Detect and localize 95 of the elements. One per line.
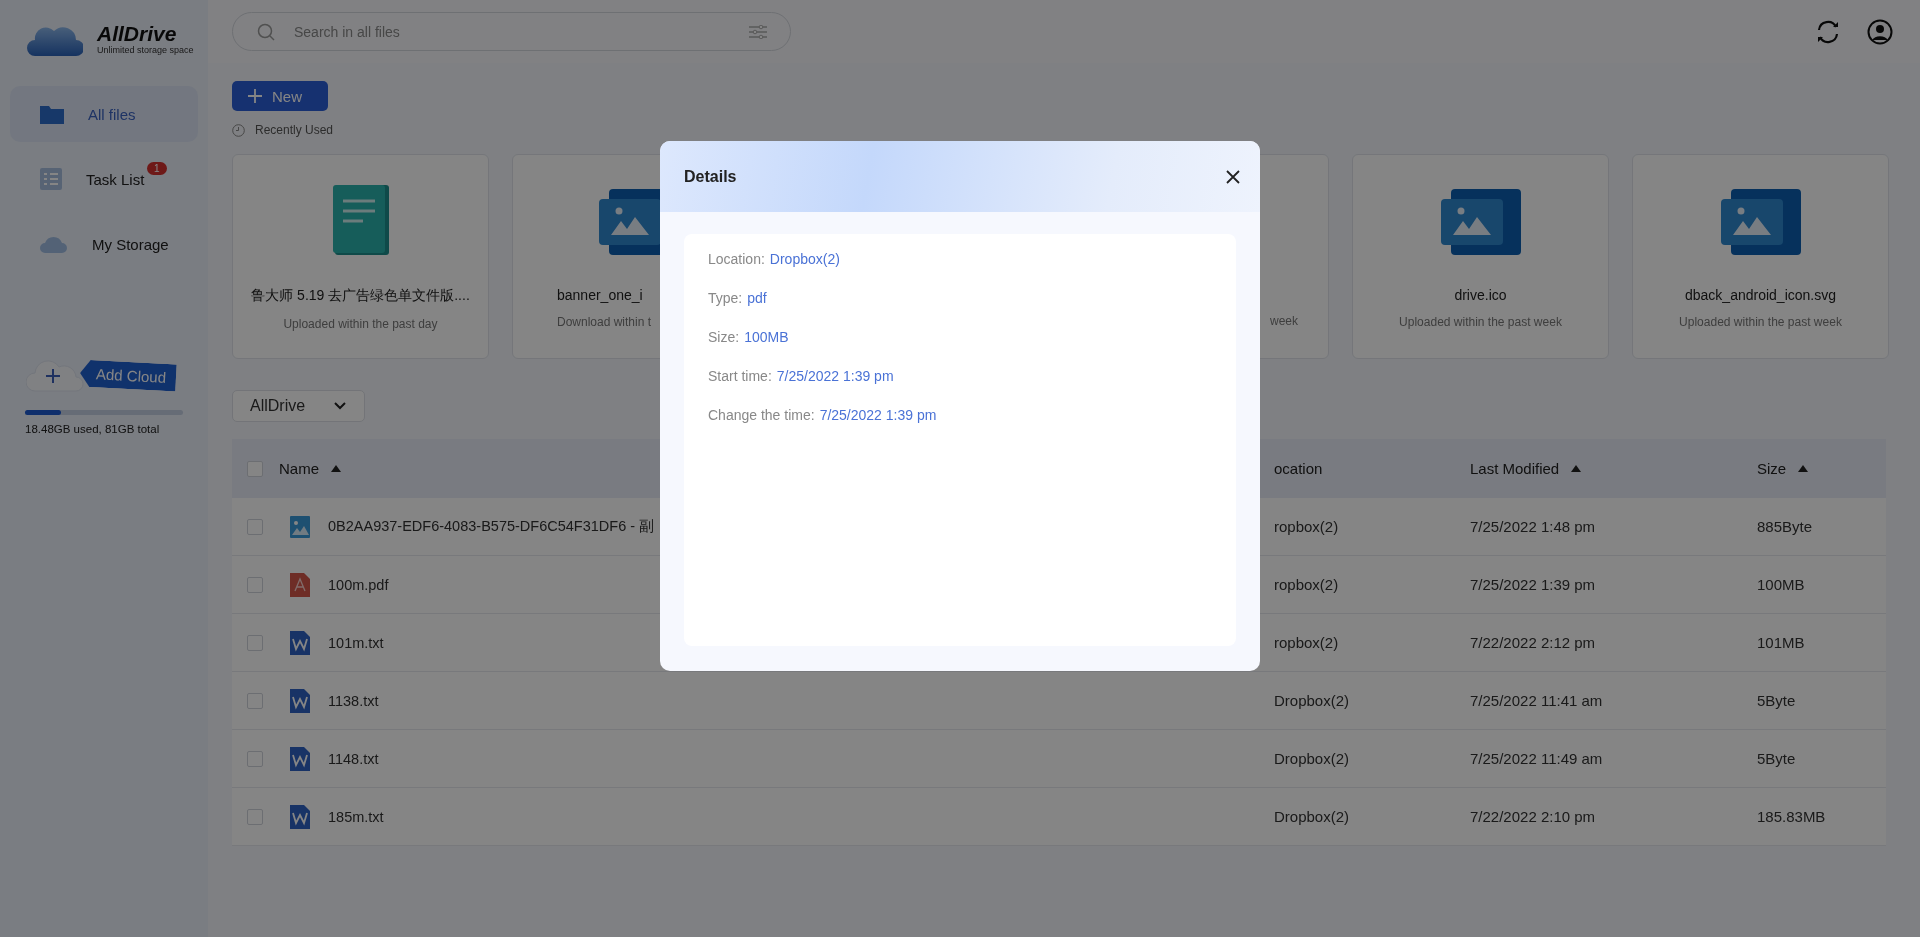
filter-icon[interactable] xyxy=(749,25,767,39)
file-name: 1148.txt xyxy=(328,750,379,767)
row-checkbox[interactable] xyxy=(247,518,263,535)
file-name: 0B2AA937-EDF6-4083-B575-DF6C54F31DF6 - 副 xyxy=(328,517,655,536)
cloud-icon xyxy=(40,235,68,253)
file-name: 185m.txt xyxy=(328,808,384,825)
detail-value: pdf xyxy=(747,289,767,308)
column-header[interactable]: Last Modified xyxy=(1470,460,1757,477)
file-row[interactable]: 185m.txt Dropbox(2) 7/22/2022 2:10 pm 185.83MB xyxy=(232,788,1886,846)
file-size: 101MB xyxy=(1757,634,1805,651)
file-activity-note: Uploaded within the past week xyxy=(1679,315,1842,329)
close-icon[interactable] xyxy=(1226,169,1240,184)
file-name: 鲁大师 5.19 去广告绿色单文件版.... xyxy=(251,287,470,305)
file-size: 5Byte xyxy=(1757,692,1796,709)
file-size: 5Byte xyxy=(1757,750,1796,767)
row-checkbox[interactable] xyxy=(247,692,263,709)
detail-label: Size: xyxy=(708,328,740,347)
image-stack-icon xyxy=(1440,189,1521,255)
pdf-file-icon xyxy=(290,572,310,597)
document-icon xyxy=(332,185,389,255)
file-size: 885Byte xyxy=(1757,518,1813,535)
source-dropdown[interactable]: AllDrive xyxy=(232,390,365,422)
detail-value: Dropbox(2) xyxy=(769,250,840,269)
sort-ascending-icon xyxy=(1571,465,1582,472)
detail-value: 7/25/2022 1:39 pm xyxy=(776,367,894,386)
file-card[interactable]: drive.ico Uploaded within the past week xyxy=(1352,154,1609,359)
word-file-icon xyxy=(290,804,310,829)
row-checkbox[interactable] xyxy=(247,750,263,767)
file-row[interactable]: 1148.txt Dropbox(2) 7/25/2022 11:49 am 5Byte xyxy=(232,730,1886,788)
dialog-title: Details xyxy=(684,167,737,186)
image-file-icon xyxy=(290,515,310,538)
file-activity-note: Uploaded within the past week xyxy=(1399,315,1562,329)
user-account-icon[interactable] xyxy=(1867,18,1893,45)
add-cloud-button[interactable]: Add Cloud xyxy=(79,359,177,391)
column-header[interactable]: Name xyxy=(270,460,1262,477)
chevron-down-icon xyxy=(334,402,346,410)
sort-ascending-icon xyxy=(331,465,341,472)
word-file-icon xyxy=(290,746,310,771)
modified-date: 7/25/2022 11:41 am xyxy=(1470,692,1603,709)
row-checkbox[interactable] xyxy=(247,808,263,825)
file-name: drive.ico xyxy=(1454,287,1507,303)
notification-badge: 1 xyxy=(147,162,167,175)
modified-date: 7/25/2022 11:49 am xyxy=(1470,750,1603,767)
app-name: AllDrive xyxy=(97,23,178,45)
location-text: ropbox(2) xyxy=(1274,634,1339,651)
sort-ascending-icon xyxy=(1798,465,1809,472)
file-activity-note: week xyxy=(1270,314,1298,328)
file-size: 100MB xyxy=(1757,576,1805,593)
new-button[interactable]: New xyxy=(232,81,328,111)
checklist-icon xyxy=(40,168,62,190)
file-activity-note: Uploaded within the past day xyxy=(283,317,438,331)
clock-icon xyxy=(232,123,245,137)
row-checkbox[interactable] xyxy=(247,634,263,651)
app-tagline: Unlimited storage space xyxy=(97,45,194,55)
storage-usage-text: 18.48GB used, 81GB total xyxy=(25,423,161,435)
row-checkbox[interactable] xyxy=(247,576,263,593)
location-text: ropbox(2) xyxy=(1274,576,1339,593)
location-text: ropbox(2) xyxy=(1274,518,1339,535)
modified-date: 7/22/2022 2:12 pm xyxy=(1470,634,1596,651)
select-all-checkbox[interactable] xyxy=(247,460,263,477)
sync-icon[interactable] xyxy=(1815,18,1841,45)
modified-date: 7/22/2022 2:10 pm xyxy=(1470,808,1596,825)
detail-value: 7/25/2022 1:39 pm xyxy=(819,406,937,425)
modified-date: 7/25/2022 1:48 pm xyxy=(1470,518,1596,535)
file-name: banner_one_i xyxy=(557,287,643,303)
plus-icon xyxy=(248,89,262,103)
column-header[interactable]: ocation xyxy=(1262,460,1470,477)
file-name: 101m.txt xyxy=(328,634,384,651)
file-card[interactable]: dback_android_icon.svg Uploaded within the past week xyxy=(1632,154,1889,359)
location-text: Dropbox(2) xyxy=(1274,808,1350,825)
location-text: Dropbox(2) xyxy=(1274,692,1350,709)
file-row[interactable]: 1138.txt Dropbox(2) 7/25/2022 11:41 am 5Byte xyxy=(232,672,1886,730)
detail-label: Change the time: xyxy=(708,406,815,425)
detail-label: Type: xyxy=(708,289,743,308)
section-title: Recently Used xyxy=(255,123,334,137)
file-name: dback_android_icon.svg xyxy=(1685,287,1836,303)
file-card[interactable]: 鲁大师 5.19 去广告绿色单文件版.... Uploaded within the past day xyxy=(232,154,489,359)
file-name: 1138.txt xyxy=(328,692,379,709)
modified-date: 7/25/2022 1:39 pm xyxy=(1470,576,1596,593)
image-stack-icon xyxy=(1720,189,1801,255)
word-file-icon xyxy=(290,688,310,713)
location-text: Dropbox(2) xyxy=(1274,750,1350,767)
detail-label: Location: xyxy=(708,250,765,269)
detail-label: Start time: xyxy=(708,367,772,386)
sidebar-item[interactable]: All files xyxy=(10,86,198,142)
word-file-icon xyxy=(290,630,310,655)
search-field[interactable]: Search in all files xyxy=(232,12,791,51)
file-name: 100m.pdf xyxy=(328,576,389,593)
file-size: 185.83MB xyxy=(1757,808,1826,825)
column-header[interactable]: Size xyxy=(1757,460,1886,477)
sidebar-item[interactable]: Task List 1 xyxy=(10,151,198,207)
file-activity-note: Download within t xyxy=(557,315,652,329)
sidebar-item[interactable]: My Storage xyxy=(10,216,198,272)
search-icon xyxy=(257,23,275,41)
folder-icon xyxy=(40,104,64,124)
